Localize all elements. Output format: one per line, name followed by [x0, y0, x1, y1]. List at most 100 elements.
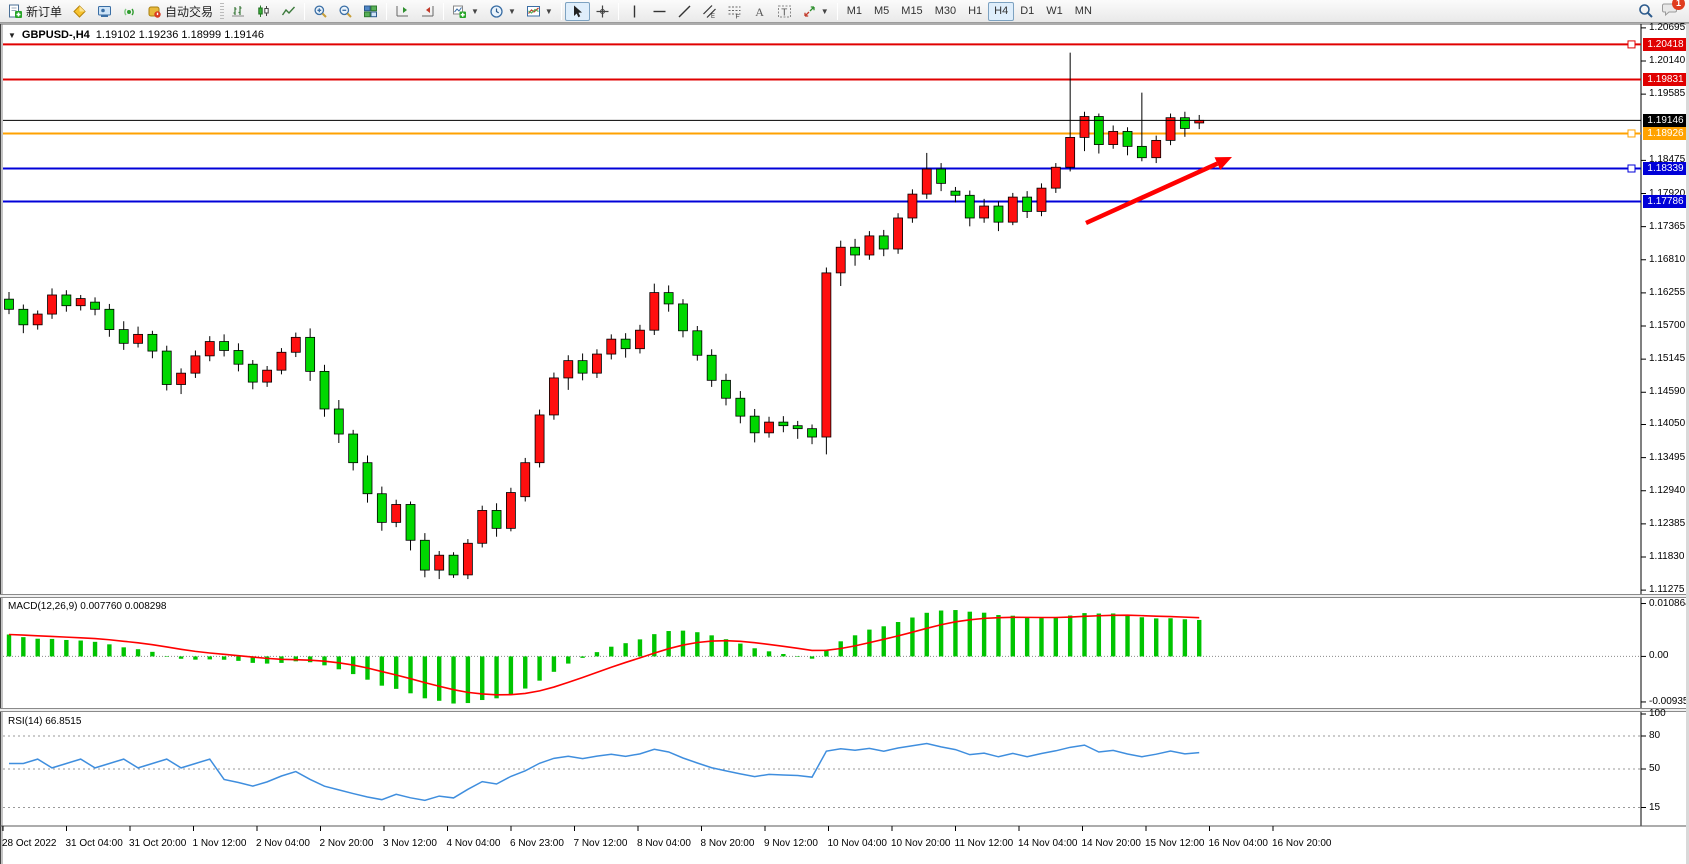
candle-bearish — [951, 191, 960, 195]
candle-bullish — [76, 299, 85, 306]
candle-bearish — [162, 351, 171, 384]
candle-bearish — [62, 295, 71, 306]
toolbar-separator — [561, 3, 562, 20]
period-clock-button[interactable]: ▼ — [484, 2, 521, 21]
svg-text:E: E — [711, 14, 715, 19]
blue-monitor-button[interactable] — [92, 2, 117, 21]
macd-histogram-bar — [925, 613, 929, 657]
candlestick-chart-button[interactable] — [251, 2, 276, 21]
symbol-dropdown-icon[interactable]: ▼ — [8, 31, 16, 40]
chart-window[interactable]: ▼ GBPUSD-,H4 1.19102 1.19236 1.18999 1.1… — [0, 0, 1689, 864]
macd-histogram-bar — [107, 644, 111, 656]
new-order-label: 新订单 — [26, 3, 62, 20]
timeframe-m5-button[interactable]: M5 — [868, 2, 895, 21]
trendline-tool-button[interactable] — [672, 2, 697, 21]
x-axis-label: 7 Nov 12:00 — [574, 838, 628, 849]
rsi-axis-label: 80 — [1649, 730, 1660, 741]
panel-splitter-rsi[interactable] — [0, 708, 1689, 712]
zoom-out-icon — [338, 4, 353, 19]
horizontal-line-tool-button[interactable] — [647, 2, 672, 21]
timeframe-m30-button[interactable]: M30 — [929, 2, 962, 21]
macd-histogram-bar — [1097, 614, 1101, 657]
notification-badge: 1 — [1672, 0, 1685, 10]
vertical-line-tool-button[interactable] — [622, 2, 647, 21]
auto-trading-button[interactable]: 自动交易 — [142, 2, 218, 21]
auto-scroll-button[interactable] — [415, 2, 440, 21]
candle-bullish — [1037, 188, 1046, 211]
candle-bearish — [1123, 131, 1132, 146]
arrows-tool-button[interactable]: ▼ — [797, 2, 834, 21]
candle-bullish — [263, 370, 272, 382]
macd-histogram-bar — [695, 632, 699, 656]
chart-shift-icon — [395, 4, 410, 19]
rsi-axis-label: 15 — [1649, 802, 1660, 813]
macd-histogram-bar — [236, 656, 240, 660]
text-label-tool-button[interactable]: T — [772, 2, 797, 21]
panel-splitter-macd[interactable] — [0, 594, 1689, 598]
add-object-button[interactable]: ▼ — [447, 2, 484, 21]
chart-canvas[interactable] — [0, 0, 1689, 864]
auto-scroll-icon — [420, 4, 435, 19]
svg-text:T: T — [781, 7, 787, 18]
macd-histogram-bar — [953, 610, 957, 656]
x-axis-label: 3 Nov 12:00 — [383, 838, 437, 849]
zoom-in-button[interactable] — [308, 2, 333, 21]
candle-bullish — [1152, 140, 1161, 157]
timeframe-h4-button[interactable]: H4 — [988, 2, 1014, 21]
vertical-line-icon — [627, 4, 642, 19]
timeframe-m1-button[interactable]: M1 — [841, 2, 868, 21]
line-handle[interactable] — [1628, 130, 1635, 137]
svg-text:A: A — [755, 5, 764, 19]
symbol-timeframe-label: GBPUSD-,H4 — [22, 29, 90, 41]
candle-bearish — [851, 247, 860, 255]
notifications-button[interactable]: 1 — [1662, 1, 1679, 22]
zoom-out-button[interactable] — [333, 2, 358, 21]
current-price-label: 1.19146 — [1643, 114, 1688, 127]
y-axis-tick: 1.11830 — [1649, 551, 1684, 562]
candle-bearish — [363, 463, 372, 494]
candle-bearish — [736, 398, 745, 416]
macd-histogram-bar — [1011, 616, 1015, 657]
tile-windows-button[interactable] — [358, 2, 383, 21]
line-handle[interactable] — [1628, 41, 1635, 48]
timeframe-w1-button[interactable]: W1 — [1040, 2, 1069, 21]
template-button[interactable]: ▼ — [521, 2, 558, 21]
cursor-tool-button[interactable] — [565, 2, 590, 21]
crosshair-tool-button[interactable] — [590, 2, 615, 21]
search-icon[interactable] — [1638, 3, 1654, 19]
macd-histogram-bar — [896, 622, 900, 656]
candle-bullish — [1080, 117, 1089, 138]
x-axis-label: 14 Nov 04:00 — [1018, 838, 1078, 849]
chart-shift-button[interactable] — [390, 2, 415, 21]
macd-histogram-bar — [451, 656, 455, 703]
timeframe-m15-button[interactable]: M15 — [895, 2, 928, 21]
line-handle[interactable] — [1628, 165, 1635, 172]
signals-button[interactable] — [117, 2, 142, 21]
fibonacci-tool-button[interactable]: F — [722, 2, 747, 21]
x-axis-label: 31 Oct 20:00 — [129, 838, 186, 849]
candle-bearish — [1180, 118, 1189, 129]
candle-bullish — [277, 352, 286, 370]
candle-bullish — [392, 504, 401, 522]
macd-histogram-bar — [1140, 617, 1144, 656]
blue-monitor-icon — [97, 4, 112, 19]
candle-bullish — [48, 295, 57, 314]
y-axis-tick: 1.17365 — [1649, 221, 1685, 232]
macd-histogram-bar — [408, 656, 412, 693]
macd-histogram-bar — [1183, 619, 1187, 656]
dropdown-arrow-icon: ▼ — [545, 7, 553, 16]
bar-chart-button[interactable] — [226, 2, 251, 21]
channel-tool-button[interactable]: E — [697, 2, 722, 21]
timeframe-h1-button[interactable]: H1 — [962, 2, 988, 21]
macd-histogram-bar — [709, 635, 713, 656]
text-label-icon: T — [777, 4, 792, 19]
new-order-button[interactable]: 新订单 — [3, 2, 67, 21]
text-tool-button[interactable]: A — [747, 2, 772, 21]
candle-bearish — [664, 293, 673, 304]
yellow-diamond-button[interactable] — [67, 2, 92, 21]
timeframe-d1-button[interactable]: D1 — [1014, 2, 1040, 21]
line-chart-button[interactable] — [276, 2, 301, 21]
macd-histogram-bar — [1068, 616, 1072, 657]
macd-histogram-bar — [1111, 613, 1115, 656]
timeframe-mn-button[interactable]: MN — [1069, 2, 1098, 21]
